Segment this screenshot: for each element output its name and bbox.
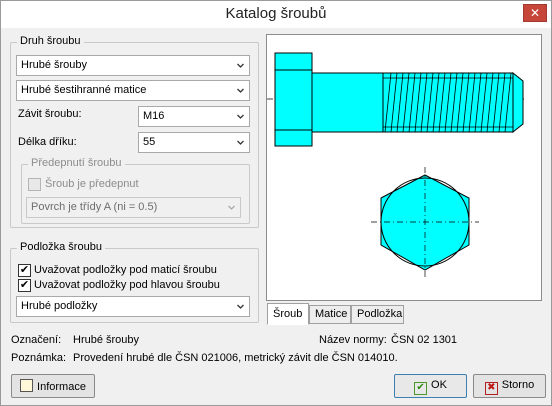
nut-type-combo[interactable]: Hrubé šestihranné matice [16, 80, 250, 101]
norma-value: ČSN 02 1301 [391, 334, 458, 346]
chevron-down-icon [237, 88, 244, 93]
washer-type-combo-value: Hrubé podložky [21, 300, 98, 312]
preload-checkbox[interactable] [28, 178, 41, 191]
ok-button[interactable]: ✔ OK [394, 374, 467, 398]
bolt-type-combo[interactable]: Hrubé šrouby [16, 55, 250, 76]
chevron-down-icon [237, 114, 244, 119]
tab-matice-label: Matice [315, 308, 348, 320]
info-icon [20, 379, 34, 392]
check-icon: ✔ [414, 382, 428, 395]
window-title: Katalog šroubů [225, 5, 327, 22]
length-label: Délka dříku: [18, 136, 77, 148]
informace-button-label: Informace [37, 381, 86, 393]
nut-type-combo-value: Hrubé šestihranné matice [21, 84, 147, 96]
surface-class-combo[interactable]: Povrch je třídy A (ni = 0.5) [26, 197, 241, 218]
thread-combo[interactable]: M16 [138, 106, 250, 127]
chevron-down-icon [237, 304, 244, 309]
washer-head-checkbox-label: Uvažovat podložky pod hlavou šroubu [34, 279, 220, 291]
surface-class-combo-value: Povrch je třídy A (ni = 0.5) [31, 201, 158, 213]
bolt-type-combo-value: Hrubé šrouby [21, 59, 88, 71]
washer-nut-checkbox[interactable]: ✔ [18, 264, 31, 277]
preload-checkbox-label: Šroub je předepnut [45, 178, 139, 190]
washer-type-combo[interactable]: Hrubé podložky [16, 296, 250, 317]
washer-group-title: Podložka šroubu [17, 241, 105, 253]
bolt-shank-shape [311, 72, 384, 133]
washer-nut-checkbox-label: Uvažovat podložky pod maticí šroubu [34, 264, 217, 276]
norma-label: Název normy: [319, 334, 387, 346]
length-combo[interactable]: 55 [138, 132, 250, 153]
close-button[interactable]: ✕ [523, 4, 547, 22]
bolt-head-shape [274, 52, 313, 147]
chevron-down-icon [237, 63, 244, 68]
cross-icon: ✖ [484, 382, 498, 395]
dialog-window: Katalog šroubů ✕ Druh šroubu Hrubé šroub… [0, 0, 552, 406]
thread-label: Závit šroubu: [18, 108, 82, 120]
tab-sroub[interactable]: Šroub [267, 303, 309, 325]
ok-button-label: OK [431, 379, 447, 391]
poznamka-label: Poznámka: [11, 352, 67, 364]
bolt-preview-canvas [266, 34, 542, 301]
chevron-down-icon [237, 140, 244, 145]
poznamka-value: Provedení hrubé dle ČSN 021006, metrický… [73, 352, 398, 364]
chevron-down-icon [228, 205, 235, 210]
tab-podlozka[interactable]: Podložka [351, 305, 404, 324]
title-bar[interactable]: Katalog šroubů ✕ [1, 1, 551, 28]
bolt-type-group-title: Druh šroubu [17, 35, 84, 47]
length-combo-value: 55 [143, 136, 156, 148]
storno-button[interactable]: ✖ Storno [473, 374, 546, 398]
washer-head-checkbox[interactable]: ✔ [18, 279, 31, 292]
preload-group-title: Předepnutí šroubu [28, 157, 125, 169]
tab-sroub-label: Šroub [273, 308, 303, 320]
tab-matice[interactable]: Matice [309, 305, 351, 324]
storno-button-label: Storno [501, 379, 535, 391]
bolt-drawing [267, 52, 525, 278]
thread-combo-value: M16 [143, 110, 165, 122]
oznaceni-value: Hrubé šrouby [73, 334, 140, 346]
oznaceni-label: Označení: [11, 334, 62, 346]
informace-button[interactable]: Informace [11, 374, 95, 398]
tab-podlozka-label: Podložka [357, 308, 403, 320]
